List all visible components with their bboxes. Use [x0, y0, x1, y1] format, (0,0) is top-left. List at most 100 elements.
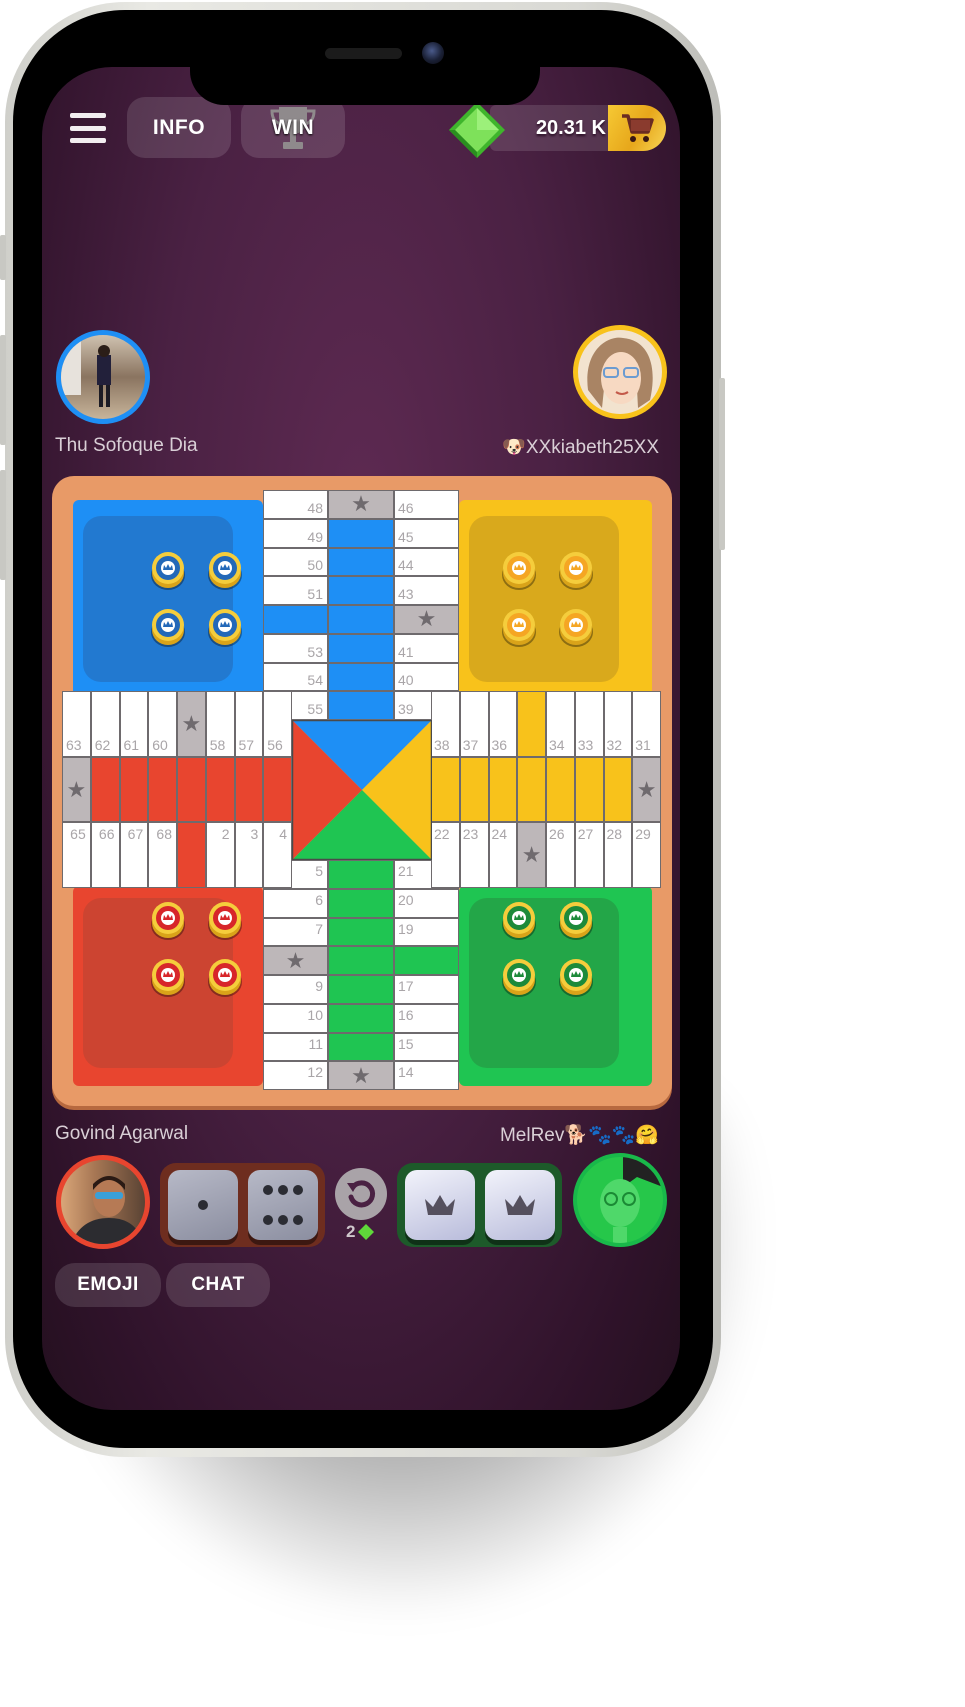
- board-cell[interactable]: 36: [488, 691, 518, 757]
- home-lane-cell[interactable]: [177, 757, 206, 822]
- home-lane-cell[interactable]: [328, 860, 394, 889]
- home-lane-cell[interactable]: [90, 757, 120, 822]
- home-lane-cell[interactable]: [328, 662, 394, 692]
- board-cell[interactable]: 11: [263, 1032, 328, 1062]
- home-lane-cell[interactable]: [328, 1003, 394, 1033]
- board-cell[interactable]: 9: [263, 975, 328, 1004]
- home-lane-cell[interactable]: [328, 888, 394, 918]
- board-cell[interactable]: 68: [148, 822, 177, 888]
- emoji-button[interactable]: EMOJI: [55, 1263, 161, 1307]
- board-cell[interactable]: 65: [62, 822, 91, 888]
- my-dice-tray[interactable]: [160, 1163, 325, 1247]
- green-token[interactable]: [557, 899, 595, 943]
- board-cell[interactable]: 27: [574, 822, 604, 888]
- board-cell[interactable]: 38: [431, 691, 460, 757]
- board-cell[interactable]: 24: [488, 822, 518, 888]
- board-cell[interactable]: 57: [234, 691, 264, 757]
- red-token[interactable]: [206, 956, 244, 1000]
- board-cell[interactable]: 15: [394, 1032, 459, 1062]
- board-cell[interactable]: 48: [263, 490, 328, 519]
- board-cell[interactable]: 19: [394, 917, 459, 947]
- board-cell[interactable]: 29: [632, 822, 661, 888]
- home-lane-cell[interactable]: [328, 975, 394, 1004]
- board-cell[interactable]: 26: [546, 822, 575, 888]
- home-lane-cell[interactable]: [328, 633, 394, 663]
- board-cell[interactable]: 6: [263, 888, 328, 918]
- board-cell[interactable]: 14: [394, 1061, 459, 1090]
- blue-token[interactable]: [206, 606, 244, 650]
- red-token[interactable]: [149, 899, 187, 943]
- home-lane-cell[interactable]: [119, 757, 149, 822]
- board-cell[interactable]: 51: [263, 576, 328, 605]
- blue-token[interactable]: [149, 549, 187, 593]
- home-lane-cell[interactable]: [546, 757, 575, 822]
- home-lane-cell[interactable]: [263, 605, 328, 634]
- menu-button[interactable]: [70, 113, 106, 143]
- yellow-token[interactable]: [557, 606, 595, 650]
- board-cell[interactable]: 10: [263, 1003, 328, 1033]
- home-lane-cell[interactable]: [328, 946, 394, 975]
- board-cell[interactable]: 33: [574, 691, 604, 757]
- safe-cell[interactable]: ★: [517, 822, 546, 888]
- green-token[interactable]: [557, 956, 595, 1000]
- undo-button[interactable]: [335, 1168, 387, 1220]
- home-lane-cell[interactable]: [603, 757, 633, 822]
- home-lane-cell[interactable]: [488, 757, 518, 822]
- board-cell[interactable]: 34: [546, 691, 575, 757]
- board-cell[interactable]: 28: [603, 822, 633, 888]
- home-lane-cell[interactable]: [328, 1032, 394, 1062]
- blue-token[interactable]: [149, 606, 187, 650]
- board-cell[interactable]: 60: [148, 691, 177, 757]
- home-lane-cell[interactable]: [205, 757, 235, 822]
- board-cell[interactable]: 32: [603, 691, 633, 757]
- home-lane-cell[interactable]: [328, 547, 394, 577]
- board-cell[interactable]: 22: [431, 822, 460, 888]
- avatar-bottom-left[interactable]: [56, 1155, 150, 1249]
- chat-button[interactable]: CHAT: [166, 1263, 270, 1307]
- home-lane-cell[interactable]: [328, 691, 394, 720]
- board-cell[interactable]: 37: [459, 691, 489, 757]
- board-cell[interactable]: 16: [394, 1003, 459, 1033]
- home-lane-cell[interactable]: [328, 605, 394, 634]
- board-cell[interactable]: 2: [205, 822, 235, 888]
- home-lane-cell[interactable]: [517, 757, 546, 822]
- home-lane-cell[interactable]: [394, 946, 459, 975]
- avatar-top-right[interactable]: [573, 325, 667, 419]
- board-cell[interactable]: 4: [263, 822, 292, 888]
- green-token[interactable]: [500, 899, 538, 943]
- safe-cell[interactable]: ★: [328, 1061, 394, 1090]
- dice-1[interactable]: [167, 1170, 238, 1240]
- board-cell[interactable]: 41: [394, 633, 459, 663]
- board-cell[interactable]: 12: [263, 1061, 328, 1090]
- board-cell[interactable]: 23: [459, 822, 489, 888]
- safe-cell[interactable]: ★: [263, 946, 328, 975]
- board-cell[interactable]: 62: [90, 691, 120, 757]
- board-cell[interactable]: 56: [263, 691, 292, 757]
- home-lane-cell[interactable]: [431, 757, 460, 822]
- board-cell[interactable]: 20: [394, 888, 459, 918]
- home-lane-cell[interactable]: [328, 917, 394, 947]
- board-cell[interactable]: 67: [119, 822, 149, 888]
- safe-cell[interactable]: ★: [394, 605, 459, 634]
- red-token[interactable]: [149, 956, 187, 1000]
- board-cell[interactable]: 44: [394, 547, 459, 577]
- yellow-token[interactable]: [500, 549, 538, 593]
- home-lane-cell[interactable]: [234, 757, 264, 822]
- blue-token[interactable]: [206, 549, 244, 593]
- board-cell[interactable]: 61: [119, 691, 149, 757]
- yellow-token[interactable]: [500, 606, 538, 650]
- board-cell[interactable]: 54: [263, 662, 328, 692]
- home-lane-cell[interactable]: [574, 757, 604, 822]
- board-cell[interactable]: 66: [90, 822, 120, 888]
- avatar-bottom-right[interactable]: [573, 1153, 667, 1247]
- dice-2[interactable]: [247, 1170, 318, 1240]
- home-lane-cell[interactable]: [328, 576, 394, 605]
- board-cell[interactable]: 53: [263, 633, 328, 663]
- home-lane-cell[interactable]: [177, 822, 206, 888]
- board-cell[interactable]: 31: [632, 691, 661, 757]
- board-cell[interactable]: 40: [394, 662, 459, 692]
- board-cell[interactable]: 63: [62, 691, 91, 757]
- board-cell[interactable]: 46: [394, 490, 459, 519]
- home-lane-cell[interactable]: [517, 691, 546, 757]
- board-cell[interactable]: 43: [394, 576, 459, 605]
